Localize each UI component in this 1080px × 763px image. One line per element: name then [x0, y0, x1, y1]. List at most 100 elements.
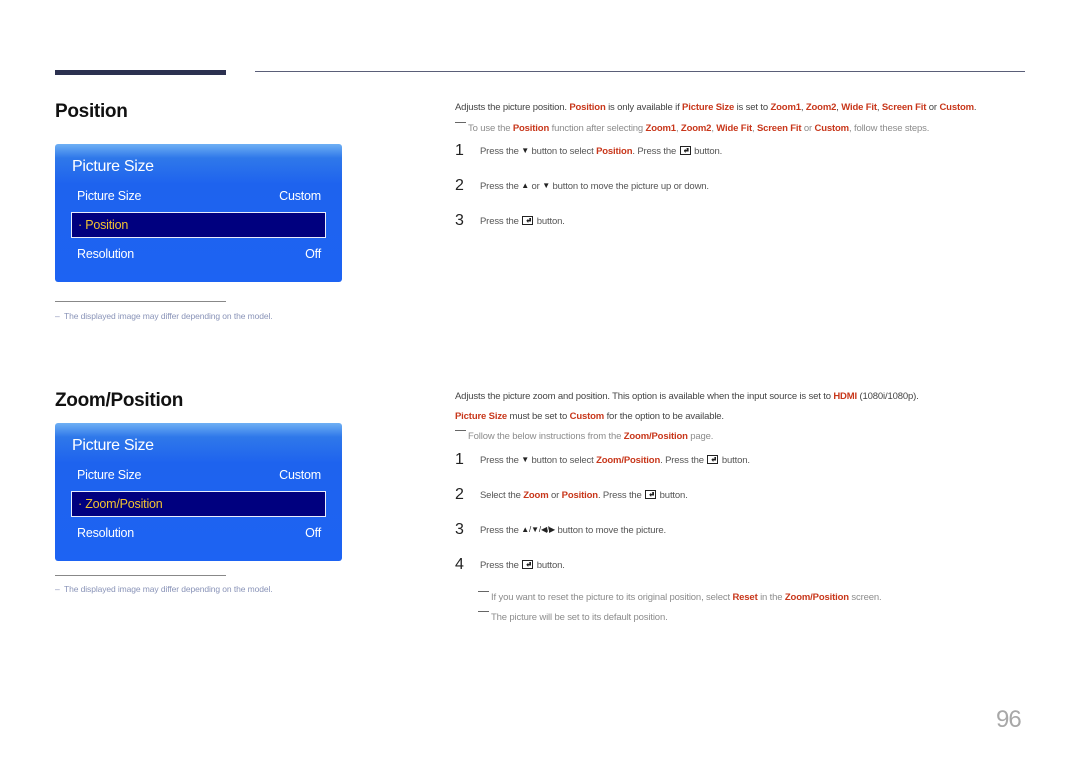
highlighted-term: Reset — [732, 592, 758, 603]
highlighted-term: Zoom2 — [805, 102, 837, 113]
step-number: 3 — [455, 212, 464, 229]
step-number: 2 — [455, 486, 464, 503]
note-dash-icon — [455, 430, 466, 431]
osd-selected-item-position[interactable]: · Position — [71, 212, 326, 238]
text-run: button. — [691, 146, 723, 157]
header-rule-thin — [255, 71, 1025, 72]
text-run: button. — [534, 560, 565, 571]
highlighted-term: Zoom — [523, 490, 549, 501]
text-run: Press the — [480, 181, 522, 192]
osd-row-value: Off — [305, 247, 321, 261]
highlighted-term: Screen Fit — [756, 123, 802, 134]
osd-row-resolution[interactable]: Resolution Off — [77, 526, 321, 540]
osd-menu-title: Picture Size — [72, 158, 154, 175]
step-number: 2 — [455, 177, 464, 194]
text-run: button to select — [529, 146, 597, 157]
highlighted-term: Picture Size — [682, 102, 735, 113]
highlighted-term: Position — [569, 102, 606, 113]
text-run: . Press the — [660, 455, 707, 466]
highlighted-term: Zoom/Position — [596, 455, 661, 466]
highlighted-term: Zoom/Position — [784, 592, 849, 603]
step-number: 4 — [455, 556, 464, 573]
highlighted-term: Zoom/Position — [623, 431, 688, 442]
text-run: screen. — [848, 592, 882, 603]
osd-row-resolution[interactable]: Resolution Off — [77, 247, 321, 261]
osd-row-picture-size[interactable]: Picture Size Custom — [77, 468, 321, 482]
text-run: . Press the — [597, 490, 645, 501]
text-run: Follow the below instructions from the — [468, 431, 624, 442]
step-number: 1 — [455, 142, 464, 159]
note-dash-icon — [478, 611, 489, 612]
osd-row-value: Custom — [279, 468, 321, 482]
highlighted-term: HDMI — [833, 391, 858, 402]
step-number: 1 — [455, 451, 464, 468]
text-run: Adjusts the picture zoom and position. T… — [455, 391, 834, 402]
osd-menu-position: Picture Size Picture Size Custom · Posit… — [55, 144, 342, 282]
highlighted-term: Zoom1 — [770, 102, 801, 113]
down-arrow-icon: ▼ — [521, 146, 530, 155]
step-text: Press the ▲ or ▼ button to move the pict… — [480, 181, 709, 192]
text-run: button. — [719, 455, 750, 466]
highlighted-term: Wide Fit — [841, 102, 877, 113]
enter-icon — [522, 216, 534, 225]
highlighted-term: Position — [512, 123, 550, 134]
text-run: If you want to reset the picture to its … — [491, 592, 733, 603]
osd-row-value: Off — [305, 526, 321, 540]
down-arrow-icon: ▼ — [521, 455, 530, 464]
sub-note: If you want to reset the picture to its … — [478, 591, 882, 603]
zoom-position-note: Follow the below instructions from the Z… — [455, 430, 713, 442]
step-number: 3 — [455, 521, 464, 538]
text-run: To use the — [468, 123, 513, 134]
text-run: button. — [534, 216, 565, 227]
footnote: – The displayed image may differ dependi… — [55, 311, 273, 321]
footnote-divider — [55, 575, 226, 576]
text-run: , follow these steps. — [848, 123, 930, 134]
text-run: must be set to — [507, 411, 570, 422]
page-number: 96 — [996, 706, 1022, 733]
text-run: button. — [657, 490, 688, 501]
section-title-position: Position — [55, 101, 128, 122]
osd-selected-item-zoom-position[interactable]: · Zoom/Position — [71, 491, 326, 517]
enter-icon — [707, 455, 719, 464]
highlighted-term: Screen Fit — [881, 102, 927, 113]
text-run: or — [801, 123, 815, 134]
text-run: button to move the picture up or down. — [549, 181, 709, 192]
footnote-dash: – — [55, 311, 60, 321]
text-run: or — [926, 102, 940, 113]
text-run: (1080i/1080p). — [857, 391, 919, 402]
highlighted-term: Position — [561, 490, 598, 501]
sub-note: The picture will be set to its default p… — [478, 611, 668, 623]
text-run: is set to — [734, 102, 771, 113]
step-text: Press the ▼ button to select Position. P… — [480, 146, 722, 157]
osd-row-picture-size[interactable]: Picture Size Custom — [77, 189, 321, 203]
osd-row-label: Resolution — [77, 526, 135, 540]
footnote-divider — [55, 301, 226, 302]
osd-menu-zoom-position: Picture Size Picture Size Custom · Zoom/… — [55, 423, 342, 561]
text-run: Press the — [480, 146, 522, 157]
enter-icon — [679, 146, 691, 155]
note-dash-icon — [478, 591, 489, 592]
enter-icon — [645, 490, 657, 499]
text-run: is only available if — [605, 102, 683, 113]
step-text: Press the button. — [480, 216, 565, 227]
footnote-dash: – — [55, 584, 60, 594]
osd-row-label: Picture Size — [77, 189, 142, 203]
text-run: . — [973, 102, 977, 113]
enter-icon — [522, 560, 534, 569]
step-text: Press the ▲/▼/◀/▶ button to move the pic… — [480, 525, 666, 536]
highlighted-term: Wide Fit — [716, 123, 752, 134]
footnote-text: The displayed image may differ depending… — [64, 584, 273, 594]
osd-menu-title: Picture Size — [72, 437, 154, 454]
text-run: for the option to be available. — [604, 411, 725, 422]
footnote: – The displayed image may differ dependi… — [55, 584, 273, 594]
step-text: Press the button. — [480, 560, 565, 571]
highlighted-term: Zoom2 — [680, 123, 712, 134]
highlighted-term: Custom — [569, 411, 605, 422]
text-run: . Press the — [632, 146, 679, 157]
position-note: To use the Position function after selec… — [455, 122, 929, 134]
text-run: Press the — [480, 525, 522, 536]
text-run: or — [529, 181, 543, 192]
text-run: button to select — [529, 455, 597, 466]
section-title-zoom-position: Zoom/Position — [55, 390, 184, 411]
text-run: or — [548, 490, 562, 501]
